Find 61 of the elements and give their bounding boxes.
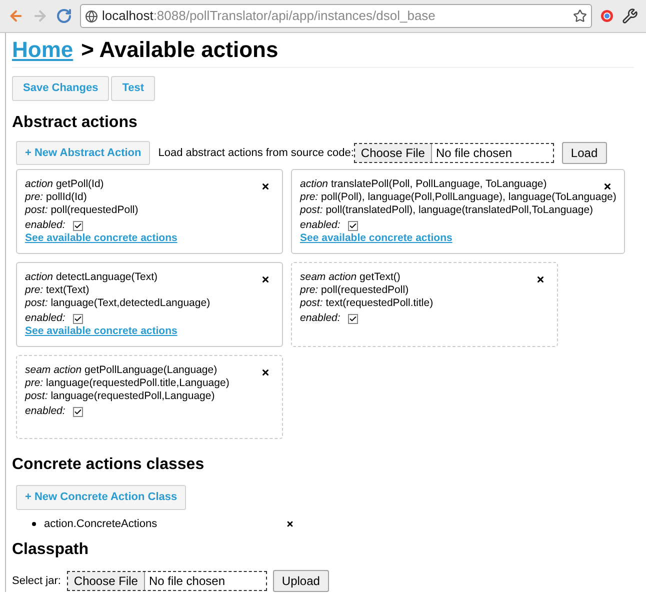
precondition: pre: poll(requestedPoll) bbox=[300, 284, 410, 297]
toolbar-button[interactable]: Test bbox=[111, 76, 156, 100]
action-signature: seam action getPollLanguage(Language) bbox=[25, 364, 218, 377]
postcondition: post: language(requestedPoll,Language) bbox=[25, 390, 216, 403]
postcondition: post: poll(translatedPoll), language(translatedPoll,ToLanguage) bbox=[300, 204, 594, 217]
precondition: pre: pollId(Id) bbox=[25, 191, 88, 204]
enabled-checkbox[interactable] bbox=[73, 406, 84, 416]
globe-icon bbox=[85, 10, 98, 22]
concrete-actions-link[interactable]: See available concrete actions bbox=[25, 232, 274, 245]
precondition: pre: poll(Poll), language(Poll,PollLanguage), language(ToLanguage) bbox=[300, 191, 616, 204]
home-link[interactable]: Home bbox=[12, 35, 74, 65]
concrete-actions-link[interactable]: See available concrete actions bbox=[300, 232, 616, 245]
enabled-label: enabled: bbox=[25, 219, 66, 232]
star-icon[interactable] bbox=[573, 9, 587, 23]
new-concrete-class-button[interactable]: + New Concrete Action Class bbox=[16, 485, 186, 510]
select-jar-label: Select jar: bbox=[12, 574, 61, 589]
precondition: pre: language(requestedPoll.title,Language) bbox=[25, 377, 230, 390]
section-heading: Classpath bbox=[12, 540, 90, 560]
section-heading: Abstract actions bbox=[12, 112, 138, 132]
upload-button[interactable]: Upload bbox=[272, 570, 329, 592]
page-title: > Available actions bbox=[81, 36, 278, 64]
postcondition: post: language(Text,detectedLanguage) bbox=[25, 297, 212, 310]
file-status: No file chosen bbox=[436, 144, 512, 162]
class-list-item: action.ConcreteActions bbox=[32, 516, 158, 532]
remove-icon[interactable] bbox=[286, 520, 294, 528]
enabled-checkbox[interactable] bbox=[73, 220, 84, 230]
precondition: pre: text(Text) bbox=[25, 284, 90, 297]
enabled-checkbox[interactable] bbox=[348, 314, 358, 324]
file-input[interactable]: Choose File No file chosen bbox=[354, 142, 554, 163]
toolbar-button[interactable]: Save Changes bbox=[12, 76, 110, 100]
close-icon[interactable] bbox=[261, 368, 270, 377]
url-text: localhost:8088/pollTranslator/api/app/instances/dsol_base bbox=[102, 7, 436, 26]
load-label: Load abstract actions from source code: bbox=[158, 146, 354, 160]
address-bar[interactable]: localhost:8088/pollTranslator/api/app/instances/dsol_base bbox=[80, 4, 592, 28]
choose-file-button[interactable]: Choose File bbox=[68, 572, 145, 590]
enabled-label: enabled: bbox=[25, 312, 66, 325]
action-signature: seam action getText() bbox=[300, 271, 400, 284]
enabled-label: enabled: bbox=[300, 219, 340, 232]
wrench-icon[interactable] bbox=[622, 8, 638, 24]
enabled-checkbox[interactable] bbox=[73, 314, 84, 324]
action-signature: action translatePoll(Poll, PollLanguage, ToLanguage) bbox=[300, 178, 547, 191]
postcondition: post: poll(requestedPoll) bbox=[25, 204, 140, 217]
close-icon[interactable] bbox=[603, 182, 612, 191]
postcondition: post: text(requestedPoll.title) bbox=[300, 297, 434, 310]
concrete-actions-link[interactable]: See available concrete actions bbox=[25, 325, 274, 338]
action-signature: action detectLanguage(Text) bbox=[25, 271, 158, 284]
choose-file-button[interactable]: Choose File bbox=[354, 144, 432, 162]
reload-icon[interactable] bbox=[56, 8, 72, 24]
enabled-label: enabled: bbox=[300, 312, 340, 325]
section-heading: Concrete actions classes bbox=[12, 455, 206, 475]
enabled-checkbox[interactable] bbox=[348, 220, 358, 230]
enabled-label: enabled: bbox=[25, 405, 66, 418]
load-button[interactable]: Load bbox=[562, 142, 607, 164]
close-icon[interactable] bbox=[536, 275, 545, 284]
action-signature: action getPoll(Id) bbox=[25, 178, 104, 191]
close-icon[interactable] bbox=[261, 275, 270, 284]
file-input[interactable]: Choose File No file chosen bbox=[66, 571, 267, 591]
extension-icon[interactable] bbox=[600, 9, 614, 23]
close-icon[interactable] bbox=[261, 182, 270, 191]
file-status: No file chosen bbox=[148, 573, 225, 590]
new-abstract-action-button[interactable]: + New Abstract Action bbox=[16, 140, 150, 165]
